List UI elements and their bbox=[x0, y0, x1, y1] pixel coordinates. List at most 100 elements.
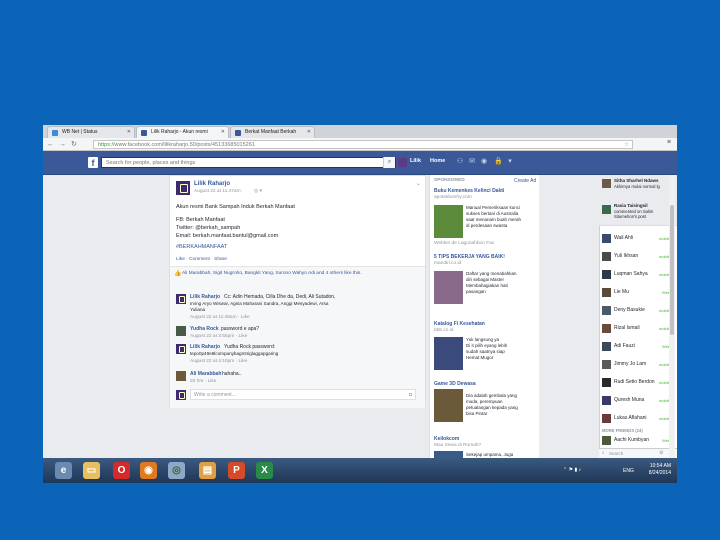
create-ad-link[interactable]: Create Ad bbox=[514, 178, 536, 184]
browser-tab-3[interactable]: Berkat Manfaat Berkah ✕ bbox=[230, 126, 315, 138]
explorer-icon[interactable]: ▭ bbox=[83, 462, 100, 479]
contact-row[interactable]: Adi Fauzi Web bbox=[599, 339, 677, 355]
post-options-chevron-icon[interactable]: ⌄ bbox=[416, 180, 421, 187]
author-avatar[interactable] bbox=[176, 181, 190, 195]
ad-title[interactable]: 5 TIPS BEKERJA YANG BAIK! bbox=[434, 254, 505, 260]
commenter-name[interactable]: Lilik Raharjo bbox=[190, 344, 220, 350]
commenter-avatar[interactable] bbox=[176, 326, 186, 336]
comment-meta[interactable]: 20 hrs · Like bbox=[190, 379, 216, 384]
forward-icon[interactable]: → bbox=[59, 139, 66, 150]
commenter-avatar[interactable] bbox=[176, 294, 186, 304]
sponsored-header: SPONSORED bbox=[434, 178, 465, 183]
contact-row[interactable]: Wali Ahli mobile bbox=[599, 231, 677, 247]
close-tab-icon[interactable]: ✕ bbox=[127, 127, 131, 138]
facebook-search-input[interactable]: Search for people, places and things ⌕ bbox=[101, 157, 396, 168]
commenter-avatar[interactable] bbox=[176, 344, 186, 354]
ie-glyph: e bbox=[60, 465, 67, 476]
ad-title[interactable]: Keilokcom bbox=[434, 436, 459, 442]
ad-image[interactable] bbox=[434, 337, 463, 370]
contact-row[interactable]: Lukas Aflahani mobile bbox=[599, 411, 677, 427]
ad-site[interactable]: bbb.co.id bbox=[434, 328, 453, 333]
comment-text: tepo0p49e8lcompanybagmtriglaggapgaring bbox=[190, 351, 279, 356]
chat-search-input[interactable]: ⌕ Search ⚙ bbox=[599, 448, 677, 458]
contact-row[interactable]: Lie Mu Web bbox=[599, 285, 677, 301]
chrome-icon[interactable]: ◎ bbox=[168, 462, 185, 479]
news-avatar[interactable] bbox=[602, 179, 611, 188]
excel-icon[interactable]: X bbox=[256, 462, 273, 479]
contact-row[interactable]: Yuli Ikhsan mobile bbox=[599, 249, 677, 265]
contact-name: Jimmy Jo Lam bbox=[614, 361, 647, 367]
news-avatar[interactable] bbox=[602, 205, 611, 214]
screenshot-frame: WB Net | Status ✕ Lilik Raharjo - Akun r… bbox=[43, 125, 677, 483]
commenter-name[interactable]: Lilik Raharjo bbox=[190, 294, 220, 300]
system-clock[interactable]: 10:54 AM 8/24/2014 bbox=[649, 463, 671, 477]
privacy-lock-icon[interactable]: 🔒 bbox=[494, 158, 503, 166]
likes-summary[interactable]: Ali Marabbah, Sigit Nugroho, Bangkit Yan… bbox=[182, 271, 362, 276]
commenter-avatar[interactable] bbox=[176, 371, 186, 381]
language-indicator[interactable]: ENG bbox=[623, 468, 634, 474]
settings-dropdown-icon[interactable]: ▾ bbox=[506, 158, 514, 166]
facebook-logo[interactable]: f bbox=[88, 157, 98, 168]
post-hashtag[interactable]: #BERKAHMANFAAT bbox=[176, 244, 227, 250]
comment-text: hahaha.. bbox=[222, 371, 242, 377]
ie-icon[interactable]: e bbox=[55, 462, 72, 479]
close-tab-icon[interactable]: ✕ bbox=[221, 127, 225, 138]
back-icon[interactable]: ← bbox=[47, 139, 54, 150]
news-name[interactable]: Rasia Taisingsil bbox=[614, 203, 648, 208]
scrollbar-thumb[interactable] bbox=[670, 205, 674, 335]
messages-icon[interactable]: ✉ bbox=[468, 158, 476, 166]
commenter-name[interactable]: Ali Marabbah bbox=[190, 371, 221, 377]
comment-meta[interactable]: August 22 at 4:10pm · Like bbox=[190, 359, 247, 364]
bookmark-star-icon[interactable]: ☆ bbox=[624, 141, 629, 148]
post-meta: August 22 at 11:47am · bbox=[194, 189, 244, 194]
profile-link[interactable]: Lilik bbox=[410, 158, 421, 164]
post-author[interactable]: Lilik Raharjo bbox=[194, 181, 230, 187]
paint-icon[interactable]: ▤ bbox=[199, 462, 216, 479]
ad-image[interactable] bbox=[434, 205, 463, 238]
camera-icon[interactable]: ◘ bbox=[409, 390, 412, 400]
contact-row[interactable]: Aachi Kumbyan Web bbox=[599, 434, 677, 448]
notifications-icon[interactable]: ◉ bbox=[480, 158, 488, 166]
browser-menu-icon[interactable]: ≡ bbox=[667, 139, 671, 146]
url-field[interactable]: https://www.facebook.com/lilikraharjo.50… bbox=[93, 140, 633, 149]
search-icon[interactable]: ⌕ bbox=[383, 157, 395, 168]
write-comment-input[interactable]: Write a comment... ◘ bbox=[190, 389, 416, 400]
opera-icon[interactable]: O bbox=[113, 462, 130, 479]
powerpoint-icon[interactable]: P bbox=[228, 462, 245, 479]
ad-site[interactable]: Mau Sewa di Rumah? bbox=[434, 443, 481, 448]
user-avatar[interactable] bbox=[398, 158, 407, 167]
comment-meta[interactable]: August 22 at 3:55pm · Like bbox=[190, 334, 247, 339]
tray-icons[interactable]: ⌃ ⚑ ▮ ♪ bbox=[563, 467, 581, 473]
audience-globe-icon[interactable]: ◎ ▾ bbox=[254, 189, 262, 194]
ad-title[interactable]: Katalog Fi Kesehatan bbox=[434, 321, 485, 327]
ad-image[interactable] bbox=[434, 271, 463, 304]
browser-tab-1[interactable]: WB Net | Status ✕ bbox=[47, 126, 135, 138]
firefox-icon[interactable]: ◉ bbox=[140, 462, 157, 479]
ad-image[interactable] bbox=[434, 451, 463, 458]
home-link[interactable]: Home bbox=[430, 158, 445, 164]
close-tab-icon[interactable]: ✕ bbox=[307, 127, 311, 138]
news-name[interactable]: Sitha Sharhel Ndaws bbox=[614, 178, 659, 183]
browser-tab-2[interactable]: Lilik Raharjo - Akun resmi ✕ bbox=[136, 126, 229, 138]
ad-title[interactable]: Game 3D Dewasa bbox=[434, 381, 476, 387]
post-actions[interactable]: Like · Comment · Share bbox=[176, 257, 227, 262]
chat-settings-icon[interactable]: ⚙ bbox=[659, 450, 663, 456]
ad-footer[interactable]: Weblen de Lagunahbon Fax bbox=[434, 241, 494, 246]
ad-site[interactable]: mandiri.co.id bbox=[434, 261, 461, 266]
contact-row[interactable]: Quresh Muna mobile bbox=[599, 393, 677, 409]
contact-row[interactable]: Jimmy Jo Lam mobile bbox=[599, 357, 677, 373]
contact-row[interactable]: Luqman Sahya mobile bbox=[599, 267, 677, 283]
excel-glyph: X bbox=[261, 465, 268, 476]
ad-title[interactable]: Buku Kemenkes Kelinci Dakti bbox=[434, 188, 504, 194]
commenter-name[interactable]: Yudha Rock bbox=[190, 326, 219, 332]
page-scrollbar[interactable] bbox=[669, 175, 675, 458]
contact-avatar bbox=[602, 342, 611, 351]
friend-requests-icon[interactable]: ⚇ bbox=[456, 158, 464, 166]
contact-row[interactable]: Rizal Ismail mobile bbox=[599, 321, 677, 337]
ad-image[interactable] bbox=[434, 389, 463, 422]
reload-icon[interactable]: ↻ bbox=[71, 139, 77, 150]
contact-row[interactable]: Deny Basukie mobile bbox=[599, 303, 677, 319]
ad-site[interactable]: apotekbenfry.com bbox=[434, 195, 472, 200]
comment-meta[interactable]: August 22 at 11:48am · Like bbox=[190, 315, 250, 320]
contact-row[interactable]: Rudi Setio Berdon mobile bbox=[599, 375, 677, 391]
